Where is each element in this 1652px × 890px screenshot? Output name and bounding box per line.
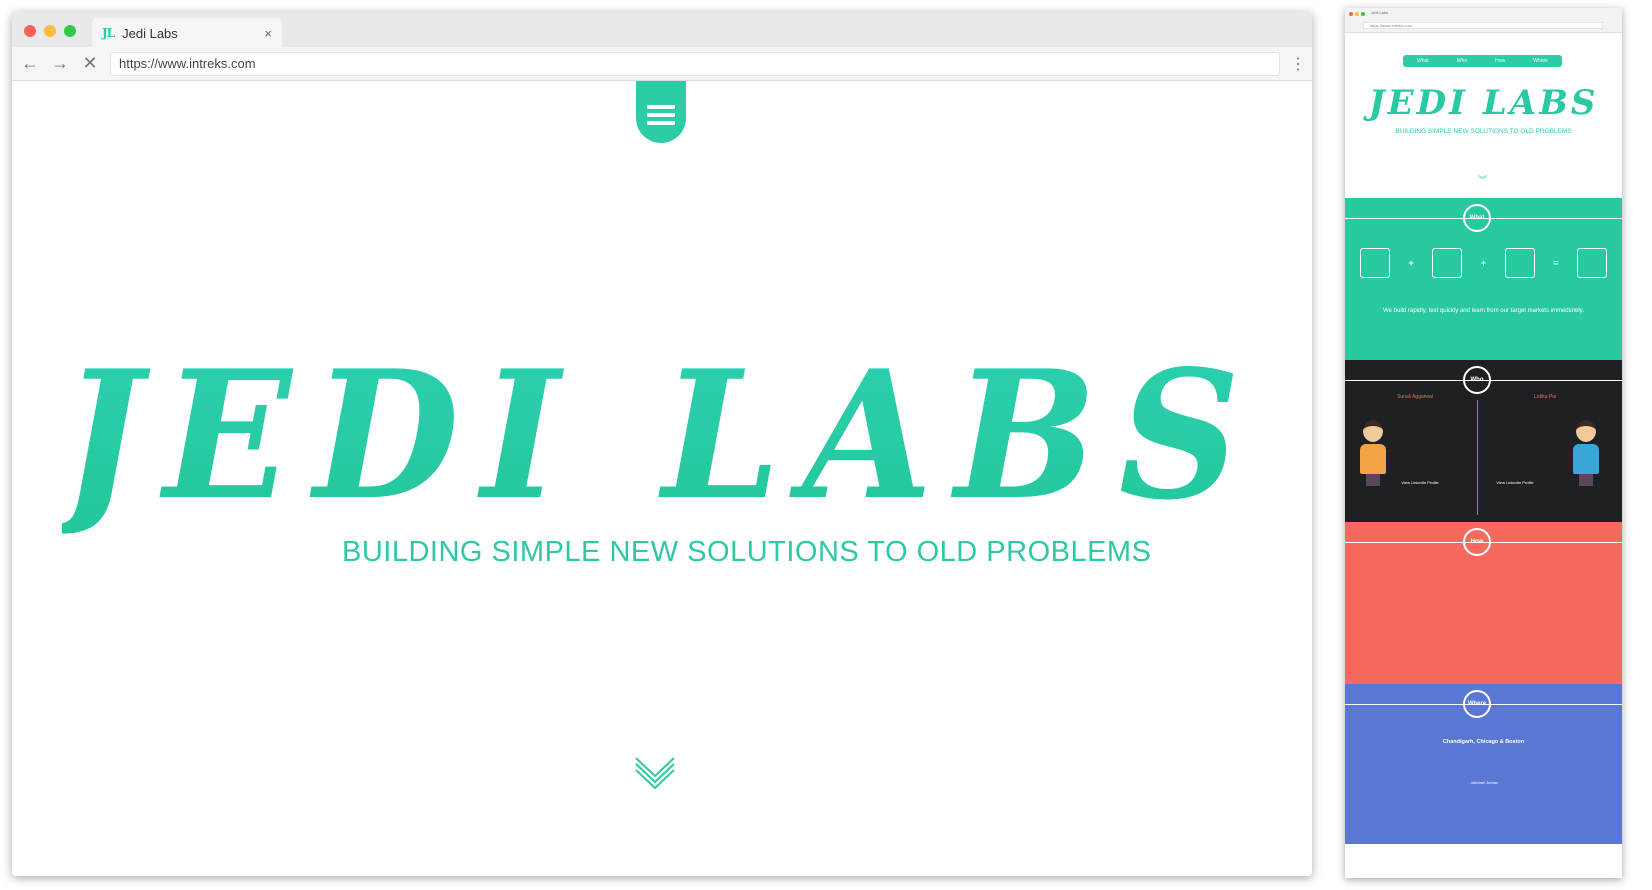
analytics-icon [1360,248,1390,278]
url-field[interactable]: https://www.intreks.com [110,51,1280,76]
preview-url: https://www.intreks.com [1363,22,1603,29]
hero-tagline: BUILDING SIMPLE NEW SOLUTIONS TO OLD PRO… [342,536,1152,568]
what-headline: We build rapidly, test quickly and learn… [1383,308,1584,314]
preview-window-controls [1349,12,1365,16]
tab-close-icon[interactable]: × [264,26,272,41]
preview-nav-who[interactable]: Who [1457,58,1467,64]
preview-min-dot [1355,12,1359,16]
address-bar-row: ← → ✕ https://www.intreks.com ⋮ [12,47,1312,81]
business-icon [1504,248,1535,278]
plus-icon: + [1480,258,1487,268]
hamburger-line-icon [647,105,675,109]
stop-loading-icon[interactable]: ✕ [80,53,100,74]
preview-close-dot [1349,12,1353,16]
entrepreneur-icon [1432,248,1463,278]
preview-max-dot [1361,12,1365,16]
hamburger-line-icon [647,121,675,125]
person2-avatar [1570,420,1602,490]
maximize-window-button[interactable] [64,25,76,37]
window-controls [24,25,76,37]
preview-hero: What Who How Where JEDI LABS BUILDING SI… [1345,33,1622,198]
products-icon [1576,248,1607,278]
browser-menu-icon[interactable]: ⋮ [1290,54,1306,74]
section-badge-where: Where [1463,690,1491,718]
section-badge-how: How [1463,528,1491,556]
hero-logo: JEDI LABS [12,331,1312,539]
scroll-down-chevron-icon[interactable] [634,756,676,792]
section-who: Who Sunali Aggarwal Lotika Pai View Link… [1345,360,1622,522]
browser-tab[interactable]: JL Jedi Labs × [92,18,282,48]
preview-tagline: BUILDING SIMPLE NEW SOLUTIONS TO OLD PRO… [1395,128,1572,135]
person2-name: Lotika Pai [1534,394,1556,400]
browser-window: JL Jedi Labs × ← → ✕ https://www.intreks… [12,12,1312,876]
hero-logo-text: JEDI LABS [61,331,1263,539]
preview-nav: What Who How Where [1403,55,1562,67]
mockup-stage: JL Jedi Labs × ← → ✕ https://www.intreks… [0,0,1652,890]
page-content: JEDI LABS BUILDING SIMPLE NEW SOLUTIONS … [12,81,1312,876]
hamburger-menu-button[interactable] [636,81,686,143]
preview-nav-how[interactable]: How [1495,58,1505,64]
preview-tab-title: Jedi Labs [1371,10,1389,15]
person1-linkedin-link[interactable]: View LinkedIn Profile [1395,480,1445,485]
back-icon[interactable]: ← [20,53,40,74]
close-window-button[interactable] [24,25,36,37]
preview-browser-chrome: Jedi Labs https://www.intreks.com [1345,8,1622,33]
preview-chevron-icon: ︾ [1478,175,1488,185]
location-text: Chandigarh, Chicago & Boston [1442,739,1525,745]
favicon-icon: JL [102,26,115,40]
forward-icon[interactable]: → [50,53,70,74]
plus-icon: + [1408,258,1414,268]
section-where: Where Chandigarh, Chicago & Boston - Mic… [1345,684,1622,844]
person2-linkedin-link[interactable]: View LinkedIn Profile [1490,480,1540,485]
minimize-window-button[interactable] [44,25,56,37]
quote-attribution: - Michael Jordan [1468,780,1499,785]
hamburger-line-icon [647,113,675,117]
process-icons: + + = [1360,248,1607,278]
person1-name: Sunali Aggarwal [1397,394,1433,400]
section-badge-what: What [1463,204,1491,232]
preview-nav-where[interactable]: Where [1533,58,1548,64]
preview-nav-what[interactable]: What [1417,58,1429,64]
section-how: How [1345,522,1622,684]
tab-title: Jedi Labs [122,25,178,41]
section-badge-who: Who [1463,366,1491,394]
preview-logo: JEDI LABS [1368,83,1599,123]
section-what: What + + = We build rapidly, test quickl… [1345,198,1622,360]
full-page-preview: Jedi Labs https://www.intreks.com What W… [1345,8,1622,878]
tab-bar: JL Jedi Labs × [12,12,1312,48]
team-divider [1477,400,1478,515]
equals-icon: = [1553,258,1559,268]
person1-avatar [1357,420,1389,490]
